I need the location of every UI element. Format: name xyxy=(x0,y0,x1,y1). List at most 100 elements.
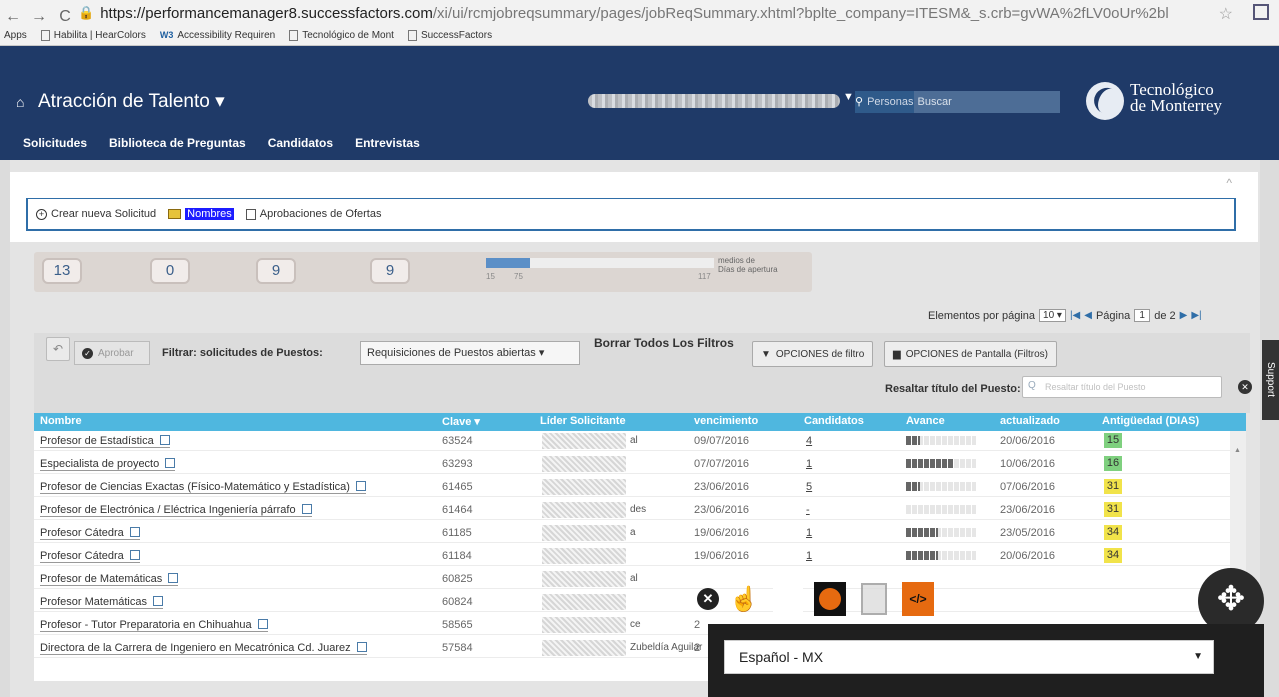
requisition-name-link[interactable]: Profesor de Matemáticas xyxy=(40,573,179,586)
close-icon: ✕ xyxy=(697,588,719,610)
filter-select[interactable]: Requisiciones de Puestos abiertas ▾ xyxy=(360,341,580,365)
count-nine-a[interactable]: 9 xyxy=(256,258,296,284)
count-zero[interactable]: 0 xyxy=(150,258,190,284)
first-page-icon[interactable]: |◀ xyxy=(1070,310,1080,321)
requisition-doc-icon[interactable] xyxy=(257,619,268,629)
undo-icon[interactable]: ↶ xyxy=(46,337,70,361)
leader-name-obscured xyxy=(542,456,626,472)
reading-list-icon[interactable]: ≡ xyxy=(990,580,1022,618)
last-page-icon[interactable]: ▶| xyxy=(1191,310,1201,321)
requisition-name-link[interactable]: Especialista de proyecto xyxy=(40,458,176,471)
address-bar[interactable]: 🔒 https://performancemanager8.successfac… xyxy=(78,3,1248,23)
requisition-doc-icon[interactable] xyxy=(168,573,179,583)
requisition-doc-icon[interactable] xyxy=(356,642,367,652)
candidates-count[interactable]: 4 xyxy=(806,435,812,447)
requisition-doc-icon[interactable] xyxy=(165,458,176,468)
candidates-count[interactable]: 1 xyxy=(806,527,812,539)
extension-icon[interactable] xyxy=(1253,4,1269,20)
requisition-name-link[interactable]: Profesor - Tutor Preparatoria en Chihuah… xyxy=(40,619,268,632)
pointer-icon[interactable]: ☝ xyxy=(728,580,760,618)
tab-biblioteca[interactable]: Biblioteca de Preguntas xyxy=(109,136,246,150)
collapse-icon[interactable]: ^ xyxy=(1226,176,1232,190)
w3-icon: W3 xyxy=(159,30,174,40)
count-total[interactable]: 13 xyxy=(42,258,82,284)
col-progress[interactable]: Avance xyxy=(906,415,945,427)
white-square-icon[interactable] xyxy=(772,580,804,618)
tab-entrevistas[interactable]: Entrevistas xyxy=(355,136,420,150)
filter-options-button[interactable]: ▼ OPCIONES de filtro xyxy=(752,341,874,367)
candidates-count[interactable]: 1 xyxy=(806,550,812,562)
bookmark-successfactors[interactable]: SuccessFactors xyxy=(407,29,492,41)
requisition-name-link[interactable]: Profesor de Electrónica / Eléctrica Inge… xyxy=(40,504,312,517)
widget-close-button[interactable]: ✕ xyxy=(692,580,724,618)
bar-tick-mid: 75 xyxy=(514,272,523,281)
page-number-input[interactable]: 1 xyxy=(1134,309,1151,322)
globe-icon[interactable] xyxy=(814,580,846,618)
module-menu[interactable]: Atracción de Talento ▾ xyxy=(38,90,225,113)
tab-candidatos[interactable]: Candidatos xyxy=(268,136,333,150)
bookmark-star-icon[interactable]: ☆ xyxy=(1219,4,1233,24)
requisition-doc-icon[interactable] xyxy=(159,435,170,445)
candidates-count[interactable]: 1 xyxy=(806,458,812,470)
col-name[interactable]: Nombre xyxy=(40,415,82,427)
count-nine-b[interactable]: 9 xyxy=(370,258,410,284)
clear-filters-link[interactable]: Borrar Todos Los Filtros xyxy=(594,336,734,350)
requisition-doc-icon[interactable] xyxy=(129,550,140,560)
requisition-name-link[interactable]: Profesor de Estadística xyxy=(40,435,170,448)
document-icon[interactable] xyxy=(858,580,890,618)
settings-gear-icon[interactable]: ⚙ xyxy=(1032,580,1064,618)
col-leader[interactable]: Líder Solicitante xyxy=(540,415,626,427)
language-select[interactable]: Español - MX ▼ xyxy=(724,640,1214,674)
approve-button[interactable]: ✓ Aprobar xyxy=(74,341,150,365)
next-page-icon[interactable]: ▶ xyxy=(1180,310,1188,321)
requisition-name-link[interactable]: Profesor de Ciencias Exactas (Físico-Mat… xyxy=(40,481,366,494)
requisition-name-link[interactable]: Profesor Matemáticas xyxy=(40,596,163,609)
prev-page-icon[interactable]: ◀ xyxy=(1084,310,1092,321)
col-updated[interactable]: actualizado xyxy=(1000,415,1060,427)
bookmark-accessibility[interactable]: W3 Accessibility Requiren xyxy=(160,30,275,41)
col-due[interactable]: vencimiento xyxy=(694,415,758,427)
table-header: Nombre Clave ▾ Líder Solicitante vencimi… xyxy=(34,413,1246,431)
leader-name: a xyxy=(630,527,636,538)
requisition-name-link[interactable]: Profesor Cátedra xyxy=(40,527,140,540)
requisition-doc-icon[interactable] xyxy=(301,504,312,514)
col-candidates[interactable]: Candidatos xyxy=(804,415,864,427)
highlight-title-input[interactable] xyxy=(1022,376,1222,398)
updated-date: 07/06/2016 xyxy=(1000,481,1056,493)
requisition-name-link[interactable]: Profesor Cátedra xyxy=(40,550,140,563)
home-icon[interactable]: ⌂ xyxy=(16,94,24,110)
browser-toolbar: ← → C 🔒 https://performancemanager8.succ… xyxy=(0,0,1279,46)
scroll-up-icon[interactable]: ▲ xyxy=(1234,447,1241,454)
bookmark-apps[interactable]: Apps xyxy=(4,30,27,41)
back-icon[interactable]: ← xyxy=(4,8,22,26)
support-tab[interactable]: Support xyxy=(1262,340,1279,420)
help-icon[interactable]: ? xyxy=(1074,580,1106,618)
requisition-doc-icon[interactable] xyxy=(355,481,366,491)
requisition-doc-icon[interactable] xyxy=(129,527,140,537)
magnifier-icon[interactable]: ⊘ xyxy=(948,580,980,618)
code-tag-icon[interactable]: </> xyxy=(902,580,934,618)
names-link[interactable]: Nombres xyxy=(168,208,234,220)
create-requisition-link[interactable]: + Crear nueva Solicitud xyxy=(36,208,156,220)
forward-icon[interactable]: → xyxy=(30,8,48,26)
candidates-count[interactable]: - xyxy=(806,504,810,516)
requisition-doc-icon[interactable] xyxy=(152,596,163,606)
bookmark-habilita[interactable]: Habilita | HearColors xyxy=(40,29,146,41)
screen-options-button[interactable]: ▆ OPCIONES de Pantalla (Filtros) xyxy=(884,341,1057,367)
per-page-select[interactable]: 10 ▾ xyxy=(1039,309,1066,322)
progress-bar xyxy=(906,528,938,537)
col-key[interactable]: Clave ▾ xyxy=(442,415,480,428)
search-input[interactable] xyxy=(913,91,1060,113)
user-name-obscured[interactable] xyxy=(588,94,840,108)
reload-icon[interactable]: C xyxy=(56,8,74,26)
search-scope-select[interactable]: Personas xyxy=(863,91,914,113)
offer-approvals-link[interactable]: Aprobaciones de Ofertas xyxy=(245,208,381,220)
candidates-count[interactable]: 5 xyxy=(806,481,812,493)
search-icon: ⚲ xyxy=(855,91,864,113)
col-age[interactable]: Antigüedad (DIAS) xyxy=(1102,415,1199,427)
bookmark-tecnologico[interactable]: Tecnológico de Mont xyxy=(289,29,394,41)
requisition-name-link[interactable]: Directora de la Carrera de Ingeniero en … xyxy=(40,642,367,655)
clear-icon[interactable]: ✕ xyxy=(1238,380,1252,394)
user-menu-caret-icon[interactable]: ▼ xyxy=(843,91,854,103)
tab-solicitudes[interactable]: Solicitudes xyxy=(23,136,87,150)
